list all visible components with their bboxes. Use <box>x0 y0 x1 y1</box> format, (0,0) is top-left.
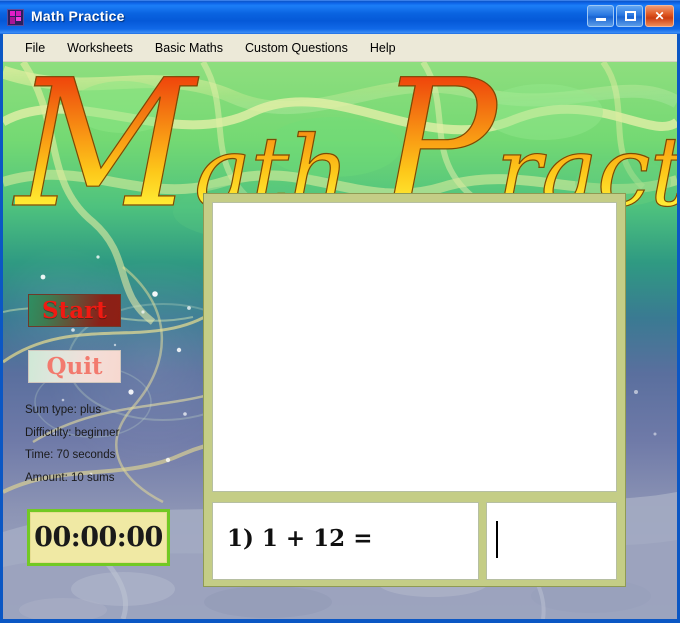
quit-button-label: Quit <box>46 353 103 380</box>
app-icon <box>7 9 24 26</box>
question-panel-group: 1) 1 + 12 = <box>203 193 626 587</box>
setting-difficulty: Difficulty: beginner <box>25 426 120 439</box>
minimize-icon <box>596 18 606 21</box>
start-button-label: Start <box>42 297 107 324</box>
setting-amount: Amount: 10 sums <box>25 471 115 484</box>
setting-time: Time: 70 seconds <box>25 449 116 461</box>
close-button[interactable]: ✕ <box>645 5 674 27</box>
close-icon: ✕ <box>654 9 665 23</box>
start-button[interactable]: Start <box>28 294 121 327</box>
question-answer-row: 1) 1 + 12 = <box>212 502 617 580</box>
answer-input[interactable] <box>486 502 617 580</box>
menu-item-help[interactable]: Help <box>359 37 407 59</box>
question-text: 1) 1 + 12 = <box>227 525 373 552</box>
menu-item-custom-questions[interactable]: Custom Questions <box>234 37 359 59</box>
answers-log-area <box>212 202 617 492</box>
menu-item-basic-maths[interactable]: Basic Maths <box>144 37 234 59</box>
question-display: 1) 1 + 12 = <box>212 502 479 580</box>
timer-value: 00:00:00 <box>34 522 163 553</box>
window-title: Math Practice <box>31 8 125 24</box>
setting-sum-type: Sum type: plus <box>25 404 102 416</box>
app-window: Math Practice ✕ File Worksheets Basic Ma… <box>0 0 680 623</box>
settings-summary: Sum type: plus Difficulty: beginner Time… <box>25 399 190 489</box>
maximize-button[interactable] <box>616 5 643 27</box>
quit-button[interactable]: Quit <box>28 350 121 383</box>
client-area: Math Practice Start Quit Sum type: plus … <box>3 62 677 619</box>
title-bar: Math Practice ✕ <box>0 0 680 34</box>
maximize-icon <box>625 11 636 21</box>
menu-item-file[interactable]: File <box>14 37 56 59</box>
menu-bar: File Worksheets Basic Maths Custom Quest… <box>0 34 680 62</box>
menu-item-worksheets[interactable]: Worksheets <box>56 37 144 59</box>
window-border-left <box>0 34 3 623</box>
window-border-bottom <box>0 619 680 623</box>
text-cursor-icon <box>496 521 498 558</box>
timer-display: 00:00:00 <box>27 509 170 566</box>
minimize-button[interactable] <box>587 5 614 27</box>
